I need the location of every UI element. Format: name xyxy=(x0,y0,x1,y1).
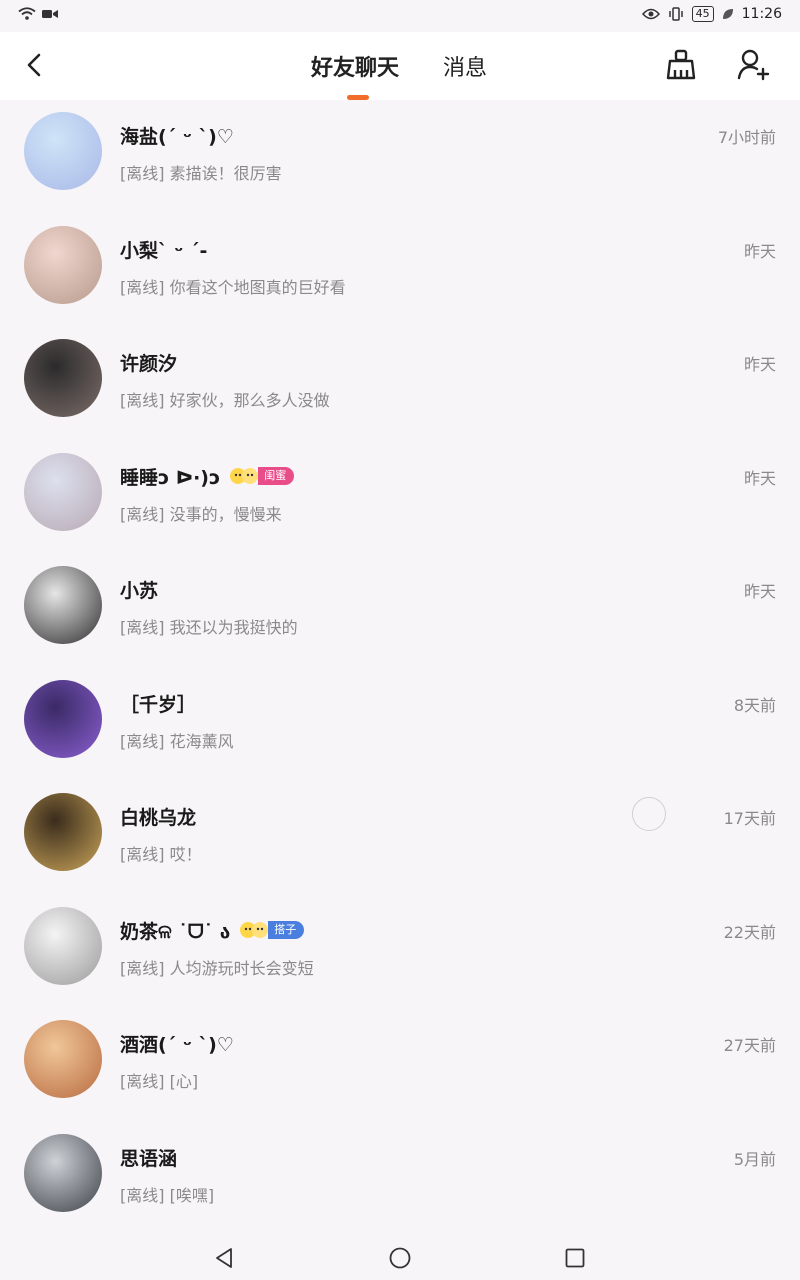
nav-back-triangle-icon[interactable] xyxy=(213,1246,237,1270)
chat-row[interactable]: 许颜汐 [离线] 好家伙，那么多人没做 昨天 xyxy=(0,327,800,441)
contact-name-text: 思语涵 xyxy=(120,1147,178,1170)
contact-name: ［千岁］ xyxy=(120,690,196,717)
contact-name-text: 许颜汐 xyxy=(120,353,178,375)
chat-row[interactable]: 小苏 [离线] 我还以为我挺快的 昨天 xyxy=(0,554,800,668)
contact-name: 小苏 xyxy=(120,576,158,603)
system-nav-bar xyxy=(0,1232,800,1280)
emoji-faces-icon xyxy=(230,468,259,484)
message-preview: [离线] 你看这个地图真的巨好看 xyxy=(120,277,346,297)
message-time: 7小时前 xyxy=(717,128,776,147)
relationship-badge: 闺蜜 xyxy=(228,466,295,486)
message-time: 22天前 xyxy=(723,922,776,942)
message-time: 17天前 xyxy=(723,809,776,828)
contact-name: 许颜汐 xyxy=(120,349,177,376)
status-bar: 45 11:26 xyxy=(0,0,800,32)
message-preview: [离线] 我还以为我挺快的 xyxy=(120,618,298,637)
message-preview: [离线] 花海薰风 xyxy=(120,731,234,751)
avatar[interactable] xyxy=(24,112,102,190)
relationship-badge-label: 搭子 xyxy=(268,921,305,939)
tab-messages[interactable]: 消息 xyxy=(443,50,487,82)
avatar[interactable] xyxy=(24,793,102,871)
contact-name: 白桃乌龙 xyxy=(120,803,196,830)
contact-name-text: ［千岁］ xyxy=(120,693,197,716)
avatar[interactable] xyxy=(24,339,102,417)
chat-row[interactable]: 海盐(ˊ ᵕ ˋ)♡ [离线] 素描诶！很厉害 7小时前 xyxy=(0,100,800,214)
chat-row[interactable]: 思语涵 [离线] [唉嘿] 5月前 xyxy=(0,1122,800,1236)
contact-name: 睡睡ↄ ᐅ·)ↄ 闺蜜 xyxy=(120,463,295,490)
avatar[interactable] xyxy=(24,225,102,304)
contact-name: 小梨ˋ ᵕ ˊ- xyxy=(120,236,207,263)
contact-name: 酒酒(ˊ ᵕ ˋ)♡ xyxy=(120,1030,234,1057)
message-time: 昨天 xyxy=(743,355,776,374)
chat-row[interactable]: ［千岁］ [离线] 花海薰风 8天前 xyxy=(0,668,800,782)
contact-name: 海盐(ˊ ᵕ ˋ)♡ xyxy=(120,122,234,149)
contact-name-text: 睡睡ↄ ᐅ·)ↄ xyxy=(120,466,221,489)
message-time: 昨天 xyxy=(743,241,776,261)
message-time: 8天前 xyxy=(733,695,776,715)
loading-spinner xyxy=(632,797,666,831)
nav-home-circle-icon[interactable] xyxy=(388,1246,412,1270)
message-preview: [离线] 素描诶！很厉害 xyxy=(120,164,282,183)
message-time: 5月前 xyxy=(733,1149,776,1169)
vibrate-icon xyxy=(668,7,683,21)
nav-recents-square-icon[interactable] xyxy=(563,1246,587,1270)
wifi-icon xyxy=(18,7,36,20)
message-time: 昨天 xyxy=(743,468,776,488)
clock: 11:26 xyxy=(741,6,782,22)
chat-list: 海盐(ˊ ᵕ ˋ)♡ [离线] 素描诶！很厉害 7小时前小梨ˋ ᵕ ˊ- [离线] 你… xyxy=(0,100,800,1235)
add-user-icon[interactable] xyxy=(736,48,770,82)
contact-name-text: 海盐(ˊ ᵕ ˋ)♡ xyxy=(120,126,234,148)
message-preview: [离线] [心] xyxy=(120,1072,199,1091)
relationship-badge-label: 闺蜜 xyxy=(258,467,295,485)
chat-row[interactable]: 酒酒(ˊ ᵕ ˋ)♡ [离线] [心] 27天前 xyxy=(0,1008,800,1122)
contact-name-text: 酒酒(ˊ ᵕ ˋ)♡ xyxy=(120,1034,234,1056)
status-left xyxy=(18,7,58,21)
chat-row[interactable]: 白桃乌龙 [离线] 哎！ 17天前 xyxy=(0,781,800,895)
avatar[interactable] xyxy=(24,566,102,644)
relationship-badge: 搭子 xyxy=(238,920,305,940)
avatar[interactable] xyxy=(24,679,102,758)
back-arrow-icon[interactable] xyxy=(22,50,48,80)
status-right: 45 11:26 xyxy=(641,6,782,22)
emoji-faces-icon xyxy=(240,922,269,938)
broom-icon[interactable] xyxy=(664,48,698,82)
message-preview: [离线] 没事的，慢慢来 xyxy=(120,504,282,524)
contact-name-text: 小梨ˋ ᵕ ˊ- xyxy=(120,239,208,262)
contact-name: 思语涵 xyxy=(120,1144,177,1171)
chat-row[interactable]: 睡睡ↄ ᐅ·)ↄ 闺蜜 [离线] 没事的，慢慢来 昨天 xyxy=(0,441,800,555)
message-preview: [离线] [唉嘿] xyxy=(120,1185,215,1205)
eye-icon xyxy=(641,8,660,20)
message-time: 27天前 xyxy=(723,1036,776,1055)
leaf-icon xyxy=(722,9,733,19)
chat-row[interactable]: 小梨ˋ ᵕ ˊ- [离线] 你看这个地图真的巨好看 昨天 xyxy=(0,214,800,328)
message-time: 昨天 xyxy=(743,582,776,601)
avatar[interactable] xyxy=(24,1020,102,1098)
tab-friend-chat[interactable]: 好友聊天 xyxy=(311,50,399,82)
video-camera-icon xyxy=(42,10,58,18)
avatar[interactable] xyxy=(24,1133,102,1212)
top-app-bar: 好友聊天 消息 xyxy=(0,32,800,100)
contact-name-text: 小苏 xyxy=(120,580,159,602)
battery-level: 45 xyxy=(691,6,714,22)
message-preview: [离线] 好家伙，那么多人没做 xyxy=(120,391,330,410)
message-preview: [离线] 人均游玩时长会变短 xyxy=(120,958,314,978)
chat-row[interactable]: 奶茶ଳ ˙ᗜ˙ ა 搭子 [离线] 人均游玩时长会变短 22天前 xyxy=(0,895,800,1009)
contact-name-text: 白桃乌龙 xyxy=(120,807,197,829)
avatar[interactable] xyxy=(24,906,102,985)
message-preview: [离线] 哎！ xyxy=(120,845,202,864)
contact-name: 奶茶ଳ ˙ᗜ˙ ა 搭子 xyxy=(120,917,305,944)
avatar[interactable] xyxy=(24,452,102,531)
contact-name-text: 奶茶ଳ ˙ᗜ˙ ა xyxy=(120,920,231,943)
